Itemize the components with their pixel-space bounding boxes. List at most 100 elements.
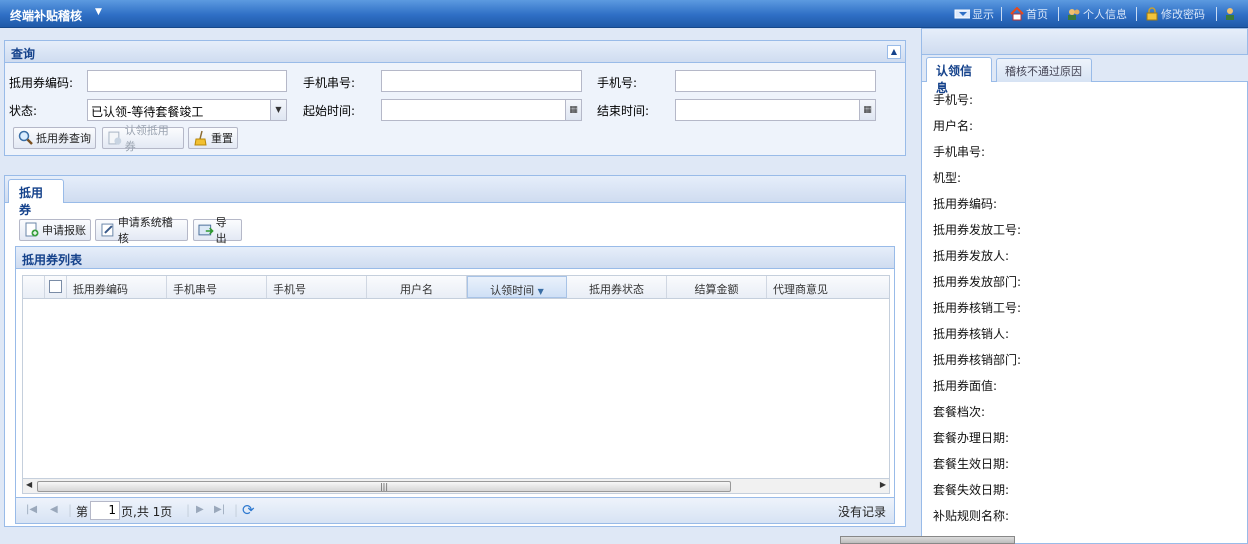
export-icon	[198, 224, 214, 236]
collapse-icon[interactable]: ▲	[887, 45, 901, 59]
profile-label: 个人信息	[1083, 8, 1127, 21]
user-menu[interactable]	[1224, 5, 1240, 23]
detail-field-label: 套餐办理日期:	[933, 431, 1010, 445]
calendar-icon[interactable]: ▦	[565, 100, 581, 120]
column-header-sorted[interactable]: 认领时间 ▼	[467, 276, 567, 298]
column-header[interactable]: 用户名	[367, 276, 467, 298]
show-label: 显示	[972, 8, 994, 21]
select-all-column[interactable]	[45, 276, 67, 298]
divider	[1136, 7, 1137, 21]
document-add-icon	[25, 222, 39, 237]
detail-tabstrip: 认领信息 稽核不通过原因	[922, 55, 1248, 95]
column-header[interactable]: 结算金额	[667, 276, 767, 298]
column-header[interactable]: 代理商意见	[767, 276, 890, 298]
column-header[interactable]: 抵用券状态	[567, 276, 667, 298]
user-icon	[1226, 8, 1234, 20]
refresh-icon[interactable]: ⟳	[242, 501, 255, 519]
start-time-field[interactable]: ▦	[381, 99, 582, 121]
detail-field-label: 机型:	[933, 171, 962, 185]
show-menu[interactable]: 显示	[952, 5, 994, 23]
divider	[1058, 7, 1059, 21]
sorted-column-label: 认领时间	[490, 284, 535, 297]
detail-panel-header	[922, 29, 1247, 55]
home-icon	[1010, 7, 1024, 21]
scrollbar-thumb[interactable]: |||	[37, 481, 731, 492]
empty-message: 没有记录	[837, 505, 886, 519]
top-bar: 终端补贴稽核 ▼ 显示 首页 个人信息 修改密码	[0, 0, 1248, 28]
detail-field-label: 手机号:	[933, 93, 974, 107]
tab-claim-info[interactable]: 认领信息	[926, 57, 992, 95]
page-total: 页,共 1页	[121, 505, 173, 519]
home-label: 首页	[1026, 8, 1048, 21]
detail-field-label: 抵用券核销工号:	[933, 301, 1022, 315]
voucher-panel: 抵用券 申请报账 申请系统稽核 导出 抵用券列表 抵用券编码 手机串号 手机号 …	[4, 175, 906, 527]
page-number-input[interactable]: 1	[90, 501, 120, 520]
detail-field-label: 抵用券核销人:	[933, 327, 1010, 341]
watermark: www.taskcity.com	[1104, 510, 1228, 525]
divider: |	[186, 503, 191, 517]
next-page-icon[interactable]: ▶	[196, 504, 204, 515]
reset-button[interactable]: 重置	[188, 127, 238, 149]
detail-field-label: 抵用券发放人:	[933, 249, 1010, 263]
status-label: 状态:	[9, 104, 38, 118]
voucher-tabstrip: 抵用券	[5, 176, 905, 217]
export-label: 导出	[215, 216, 227, 245]
tab-audit-fail-reason[interactable]: 稽核不通过原因	[996, 58, 1092, 82]
show-icon	[954, 9, 970, 19]
horizontal-scrollbar[interactable]: ◀ ||| ▶	[22, 478, 890, 494]
phone-input[interactable]	[675, 70, 876, 92]
detail-field-label: 套餐档次:	[933, 405, 986, 419]
apply-audit-label: 申请系统稽核	[117, 216, 173, 245]
tab-voucher[interactable]: 抵用券	[8, 179, 64, 217]
grid-column-header: 抵用券编码 手机串号 手机号 用户名 认领时间 ▼ 抵用券状态 结算金额 代理商…	[22, 275, 890, 299]
voucher-code-label: 抵用券编码:	[9, 76, 74, 90]
imei-input[interactable]	[381, 70, 582, 92]
scroll-left-icon[interactable]: ◀	[26, 480, 32, 489]
paging-toolbar: |◀ ◀ | 第 1 页,共 1页 | ▶ ▶| | ⟳ 没有记录	[16, 497, 894, 523]
reset-label: 重置	[211, 132, 233, 145]
apply-reimburse-button[interactable]: 申请报账	[19, 219, 91, 241]
status-select[interactable]: 已认领-等待套餐竣工 ▼	[87, 99, 287, 121]
detail-field-label: 补贴规则名称:	[933, 509, 1010, 523]
search-voucher-button[interactable]: 抵用券查询	[13, 127, 96, 149]
export-button[interactable]: 导出	[193, 216, 242, 245]
search-icon	[18, 130, 33, 145]
apply-audit-button[interactable]: 申请系统稽核	[95, 216, 188, 245]
claim-voucher-button[interactable]: 认领抵用券	[102, 124, 184, 153]
detail-field-label: 手机串号:	[933, 145, 986, 159]
claim-icon	[108, 131, 122, 145]
first-page-icon[interactable]: |◀	[26, 504, 37, 515]
detail-field-label: 抵用券发放工号:	[933, 223, 1022, 237]
query-panel: 查询 ▲ 抵用券编码: 手机串号: 手机号: 状态: 已认领-等待套餐竣工 ▼ …	[4, 40, 906, 156]
divider: |	[68, 503, 73, 517]
chevron-down-icon[interactable]: ▼	[270, 100, 286, 120]
column-header[interactable]: 抵用券编码	[67, 276, 167, 298]
divider	[1001, 7, 1002, 21]
column-header[interactable]: 手机串号	[167, 276, 267, 298]
detail-field-label: 抵用券核销部门:	[933, 353, 1022, 367]
taskbar-fragment	[840, 536, 1015, 544]
voucher-grid-title: 抵用券列表	[22, 253, 83, 267]
app-menu-dropdown-icon[interactable]: ▼	[95, 7, 102, 17]
column-header[interactable]: 手机号	[267, 276, 367, 298]
end-time-field[interactable]: ▦	[675, 99, 876, 121]
calendar-icon[interactable]: ▦	[859, 100, 875, 120]
voucher-code-input[interactable]	[87, 70, 287, 92]
end-time-label: 结束时间:	[597, 104, 650, 118]
scroll-right-icon[interactable]: ▶	[880, 480, 886, 489]
divider: |	[234, 503, 239, 517]
select-all-checkbox[interactable]	[49, 280, 62, 293]
divider	[1216, 7, 1217, 21]
detail-field-label: 抵用券编码:	[933, 197, 998, 211]
detail-field-label: 抵用券发放部门:	[933, 275, 1022, 289]
query-panel-title: 查询	[11, 47, 36, 61]
broom-icon	[194, 130, 207, 146]
detail-field-label: 用户名:	[933, 119, 974, 133]
profile-link[interactable]: 个人信息	[1067, 5, 1127, 23]
search-voucher-label: 抵用券查询	[36, 132, 91, 145]
last-page-icon[interactable]: ▶|	[214, 504, 225, 515]
phone-label: 手机号:	[597, 76, 638, 90]
change-password-link[interactable]: 修改密码	[1145, 5, 1205, 23]
home-link[interactable]: 首页	[1010, 5, 1048, 23]
prev-page-icon[interactable]: ◀	[50, 504, 58, 515]
